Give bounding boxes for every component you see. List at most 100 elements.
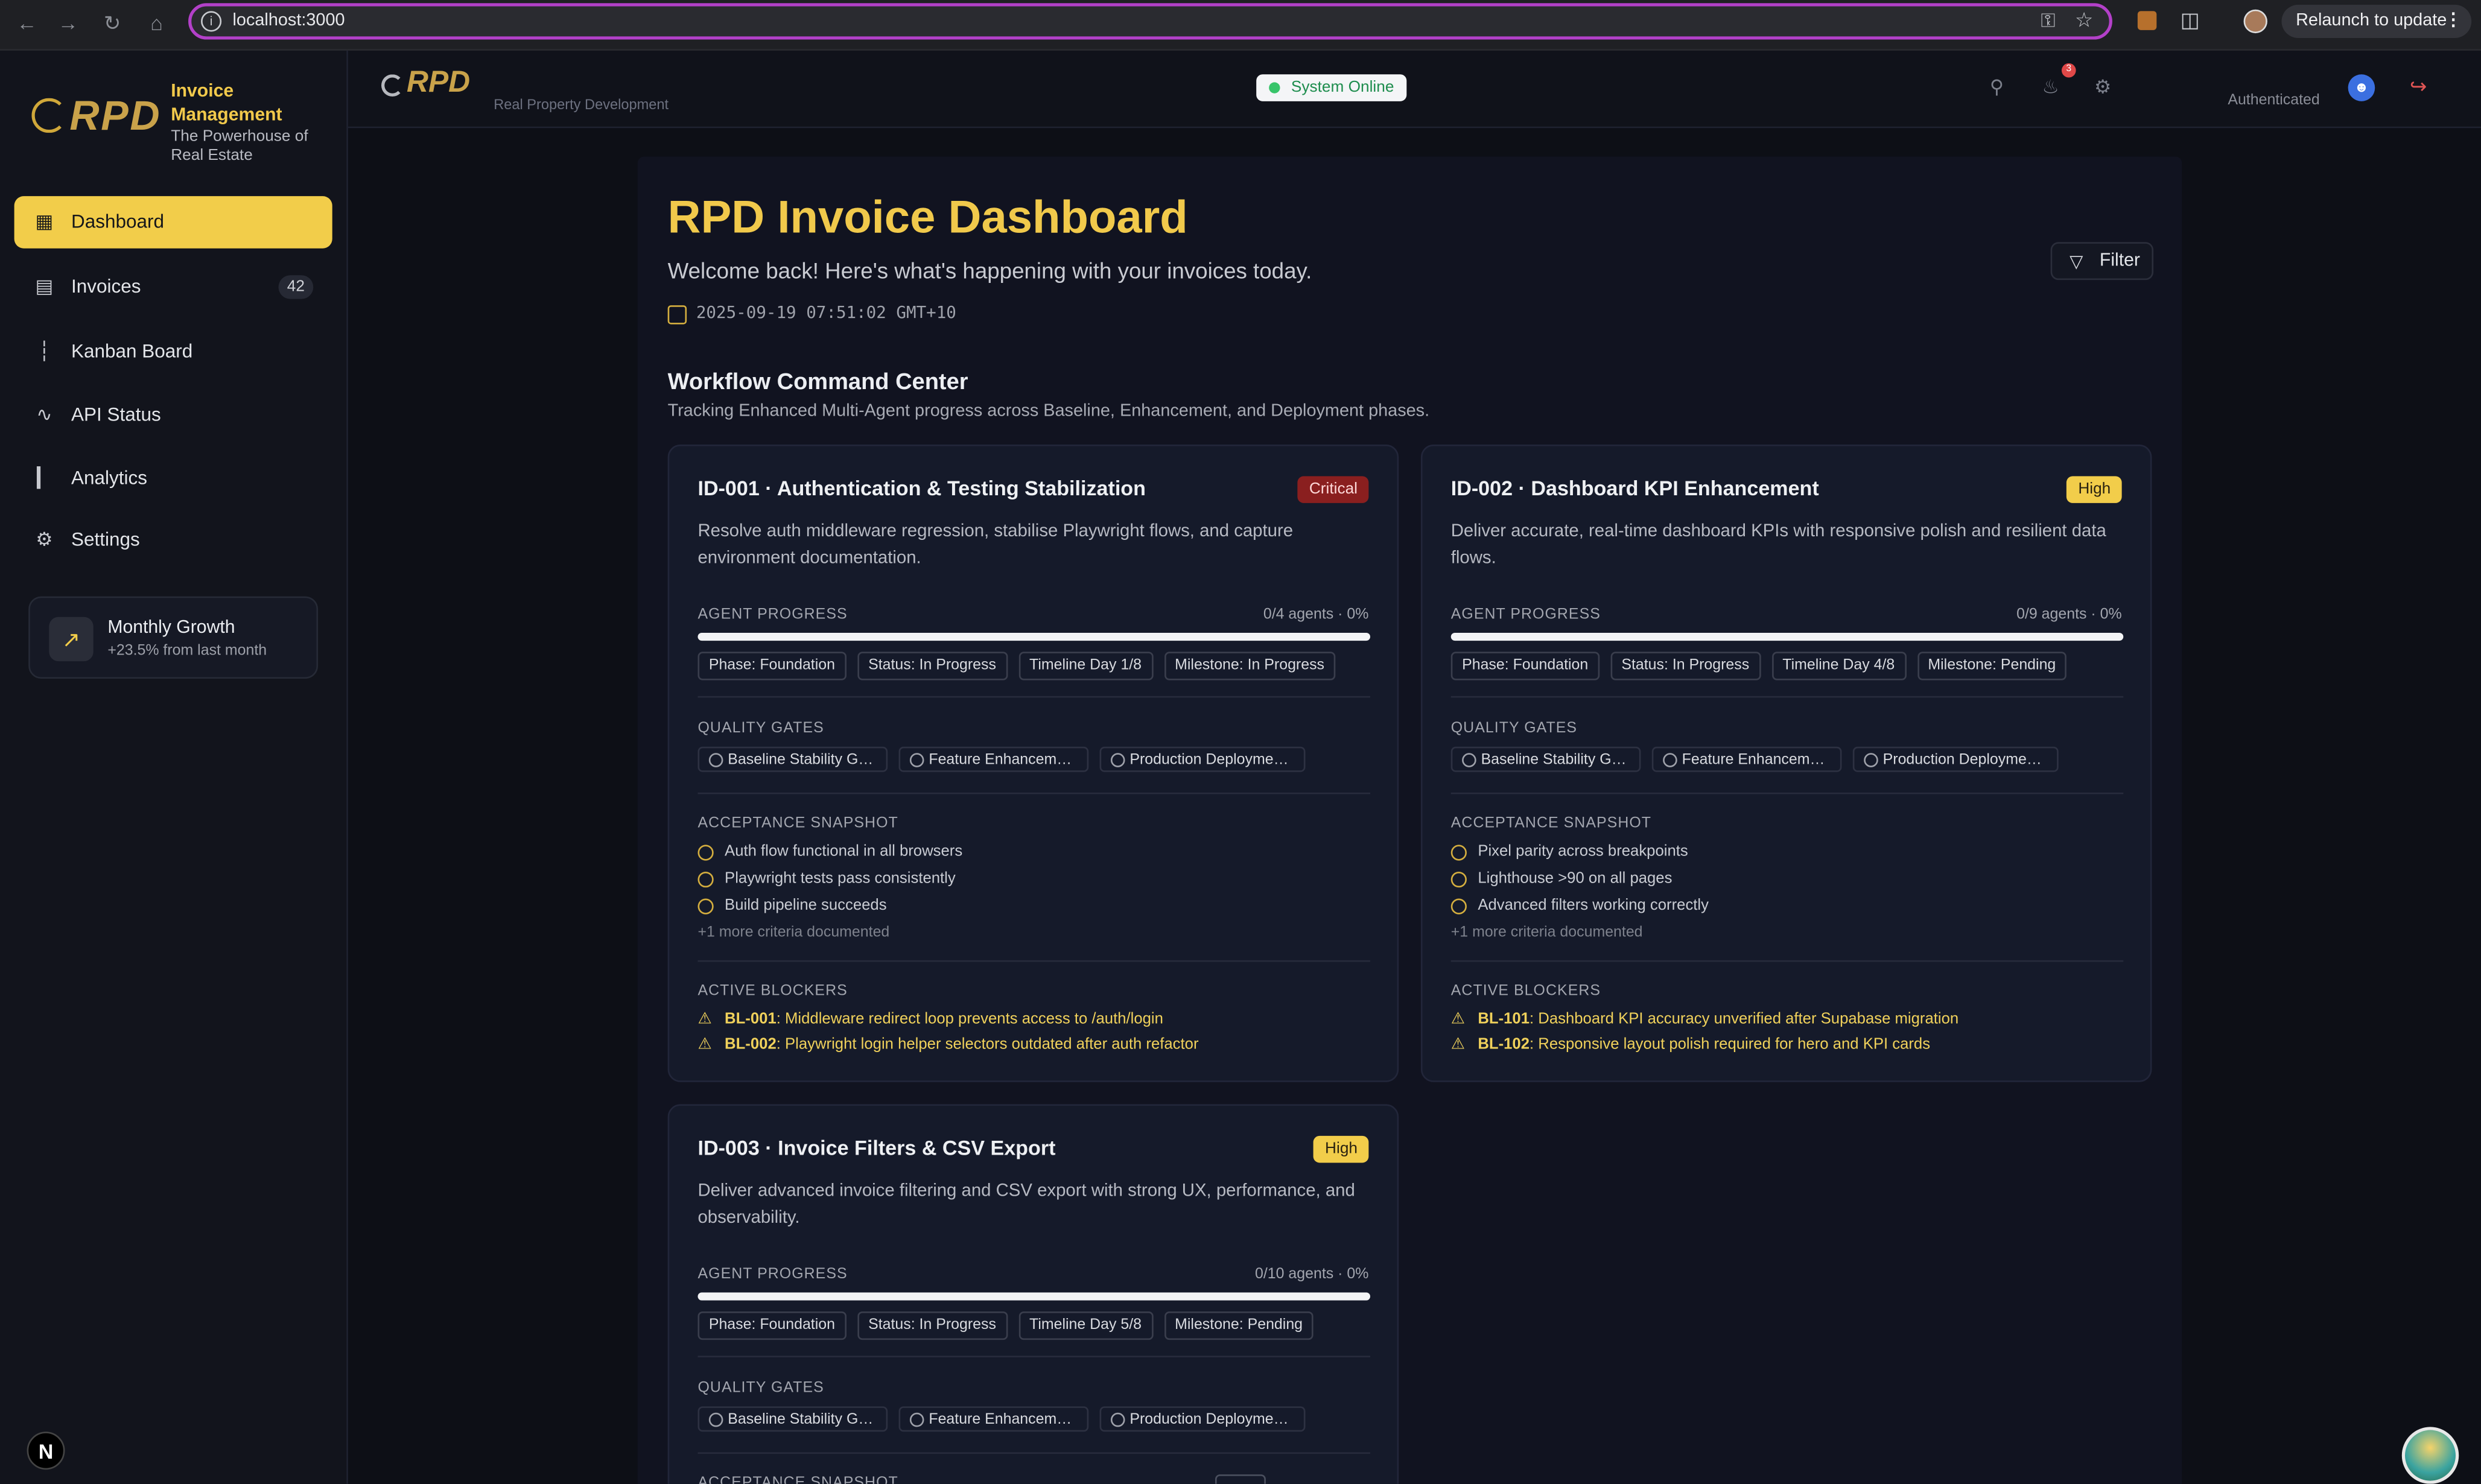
- profile-avatar[interactable]: [2243, 9, 2267, 34]
- floating-assistant-avatar[interactable]: [2401, 1427, 2459, 1484]
- blocker-item: ⚠ BL-002: Playwright login helper selecto…: [697, 1033, 1198, 1058]
- warning-icon: ⚠: [1450, 1036, 1466, 1054]
- blocker-id: BL-001: [725, 1010, 777, 1029]
- priority-badge: High: [2066, 476, 2122, 503]
- gate-label: Production Deployment...: [1129, 751, 1299, 769]
- quality-gates-label: QUALITY GATES: [697, 720, 824, 738]
- agent-progress-label: AGENT PROGRESS: [697, 606, 848, 624]
- gate-label: Baseline Stability Gate: [728, 1411, 879, 1429]
- sidebar-item-api-status[interactable]: ∿ API Status: [14, 389, 332, 442]
- criteria-text: Playwright tests pass consistently: [725, 870, 956, 888]
- card-title: ID-002 · Dashboard KPI Enhancement: [1450, 476, 1819, 500]
- progress-meta: 0/9 agents · 0%: [2016, 606, 2122, 624]
- logout-icon[interactable]: ↪: [2410, 74, 2427, 100]
- address-bar[interactable]: i localhost:3000 ⚿ ☆: [188, 3, 2112, 40]
- priority-badge: Critical: [1298, 476, 1369, 503]
- check-circle-icon: [697, 898, 714, 915]
- quality-gates: Baseline Stability Gate Feature Enhancem…: [1450, 746, 2059, 772]
- browser-toolbar: ← → ↻ ⌂ i localhost:3000 ⚿ ☆ ◫ Relaunch …: [0, 0, 2481, 51]
- quality-gate-chip: Feature Enhancement ...: [898, 1406, 1089, 1432]
- acceptance-criteria-list: Pixel parity across breakpoints Lighthou…: [1450, 839, 1709, 946]
- criteria-item: Auth flow functional in all browsers: [697, 839, 962, 866]
- clock-icon: [708, 753, 723, 767]
- site-info-icon[interactable]: i: [201, 11, 222, 32]
- workflow-card-id-001[interactable]: ID-001 · Authentication & Testing Stabil…: [667, 444, 1399, 1082]
- quality-gates-label: QUALITY GATES: [1450, 720, 1578, 738]
- reload-icon[interactable]: ↻: [98, 10, 127, 38]
- divider: [697, 696, 1370, 698]
- quality-gate-chip: Baseline Stability Gate: [1450, 746, 1641, 772]
- clock-icon: [1864, 753, 1878, 767]
- brand-subtitle: The Powerhouse of Real Estate: [171, 128, 308, 165]
- app-root: ← → ↻ ⌂ i localhost:3000 ⚿ ☆ ◫ Relaunch …: [0, 0, 2481, 1484]
- extensions-puzzle-icon[interactable]: ◫: [2181, 8, 2200, 33]
- back-icon[interactable]: ←: [13, 10, 41, 38]
- more-menu-icon[interactable]: ⋮: [2445, 5, 2462, 38]
- clock-icon: [909, 1412, 924, 1427]
- gate-label: Feature Enhancement ...: [929, 1411, 1089, 1429]
- blocker-item: ⚠ BL-101: Dashboard KPI accuracy unverifi…: [1451, 1007, 1958, 1033]
- relaunch-button[interactable]: Relaunch to update ⋮: [2281, 4, 2472, 38]
- check-circle-icon: [1450, 845, 1467, 861]
- relaunch-label: Relaunch to update: [2296, 11, 2447, 30]
- workflow-card-id-003[interactable]: ID-003 · Invoice Filters & CSV Export Hi…: [667, 1104, 1399, 1484]
- clock-icon: [1462, 753, 1476, 767]
- workflow-card-id-002[interactable]: ID-002 · Dashboard KPI Enhancement High …: [1420, 444, 2152, 1082]
- criteria-item: Lighthouse >90 on all pages: [1450, 865, 1709, 892]
- sidebar-item-invoices[interactable]: ▤ Invoices 42: [14, 261, 332, 314]
- blocker-item: ⚠ BL-102: Responsive layout polish requir…: [1451, 1033, 1958, 1058]
- search-icon[interactable]: ⚲: [1984, 74, 2009, 100]
- bookmark-star-icon[interactable]: ☆: [2075, 8, 2094, 33]
- criteria-item: Advanced filters working correctly: [1450, 892, 1709, 919]
- logo-text: RPD: [69, 92, 162, 139]
- timeline-chip: Timeline Day 4/8: [1771, 652, 1906, 680]
- status-label: System Online: [1291, 79, 1394, 97]
- gate-label: Baseline Stability Gate: [1481, 751, 1633, 769]
- sidebar-item-label: Invoices: [71, 275, 141, 298]
- partial-control[interactable]: [1215, 1474, 1266, 1484]
- url-text[interactable]: localhost:3000: [232, 11, 345, 30]
- forward-icon[interactable]: →: [54, 10, 82, 38]
- progress-bar: [697, 632, 1370, 641]
- agent-progress-label: AGENT PROGRESS: [697, 1265, 848, 1283]
- nextjs-dev-icon[interactable]: N: [27, 1432, 65, 1470]
- check-circle-icon: [1450, 898, 1467, 915]
- phase-chip: Phase: Foundation: [697, 1311, 847, 1340]
- warning-icon: ⚠: [697, 1010, 712, 1029]
- sidebar-item-label: Kanban Board: [71, 340, 193, 363]
- sidebar-item-kanban[interactable]: ┆ Kanban Board: [14, 326, 332, 378]
- quality-gate-chip: Baseline Stability Gate: [697, 746, 888, 772]
- gate-label: Production Deployment...: [1129, 1411, 1299, 1429]
- status-chips: Phase: Foundation Status: In Progress Ti…: [697, 652, 1336, 680]
- check-circle-icon: [697, 871, 714, 888]
- blocker-text: : Playwright login helper selectors outd…: [776, 1036, 1199, 1054]
- clock-icon: [1110, 1412, 1125, 1427]
- auth-status-label: Authenticated: [2228, 92, 2320, 109]
- home-icon[interactable]: ⌂: [142, 10, 171, 38]
- card-title: ID-001 · Authentication & Testing Stabil…: [697, 476, 1146, 500]
- bell-icon[interactable]: ♨: [2038, 74, 2063, 100]
- card-description: Resolve auth middleware regression, stab…: [697, 522, 1294, 568]
- sidebar-item-label: Settings: [71, 528, 140, 551]
- clock-icon: [708, 1412, 723, 1427]
- blockers-label: ACTIVE BLOCKERS: [697, 982, 848, 1000]
- priority-badge: High: [1314, 1135, 1369, 1163]
- sidebar-item-settings[interactable]: ⚙ Settings: [14, 514, 332, 566]
- header-logo-text: RPD: [406, 66, 471, 100]
- gate-label: Baseline Stability Gate: [728, 751, 879, 769]
- sidebar-item-dashboard[interactable]: ▦ Dashboard: [14, 196, 332, 249]
- welcome-text: Welcome back! Here's what's happening wi…: [667, 258, 1312, 284]
- password-key-icon[interactable]: ⚿: [2041, 10, 2056, 33]
- top-header: RPD Real Property Development System Onl…: [348, 50, 2481, 128]
- extension-icon[interactable]: [2137, 11, 2157, 30]
- quality-gate-chip: Production Deployment...: [1099, 1406, 1306, 1432]
- quality-gate-chip: Production Deployment...: [1099, 746, 1306, 772]
- divider: [697, 1356, 1370, 1358]
- progress-meta: 0/10 agents · 0%: [1255, 1265, 1369, 1283]
- sidebar-item-analytics[interactable]: ▎ Analytics: [14, 452, 332, 505]
- trending-up-icon: ↗: [49, 617, 94, 662]
- calendar-icon: [667, 305, 687, 325]
- user-avatar[interactable]: ☻: [2348, 74, 2375, 101]
- filter-button[interactable]: ▽ Filter: [2050, 242, 2154, 281]
- gear-icon[interactable]: ⚙: [2090, 74, 2115, 100]
